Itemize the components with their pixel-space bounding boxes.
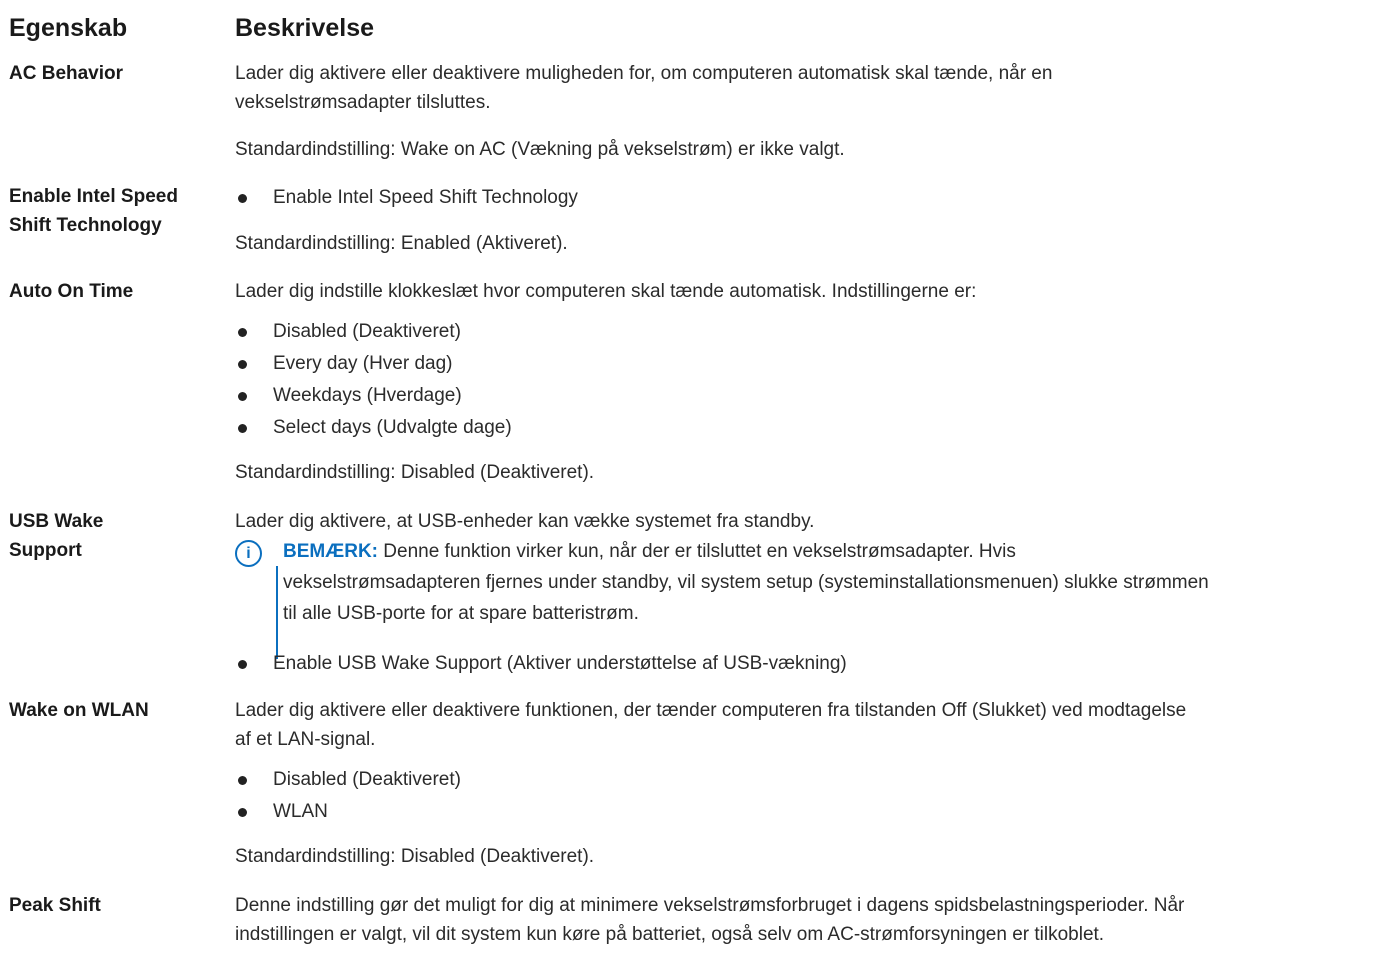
- description-usb-wake-support: Lader dig aktivere, at USB-enheder kan v…: [235, 507, 1393, 680]
- description-line: indstillingen er valgt, vil dit system k…: [235, 924, 1105, 945]
- list-item: Every day (Hver dag): [235, 348, 1393, 380]
- description-auto-on-time: Lader dig indstille klokkeslæt hvor comp…: [235, 277, 1393, 487]
- default-setting: Standardindstilling: Disabled (Deaktiver…: [235, 462, 595, 483]
- list-item-text: Select days (Udvalgte dage): [273, 417, 512, 438]
- description-line: Lader dig indstille klokkeslæt hvor comp…: [235, 281, 977, 302]
- list-item: Select days (Udvalgte dage): [235, 412, 1393, 444]
- bullet-icon: [238, 424, 247, 433]
- note-text: BEMÆRK: Denne funktion virker kun, når d…: [283, 536, 1393, 629]
- settings-table: Egenskab Beskrivelse AC Behavior Lader d…: [9, 0, 1393, 949]
- default-setting: Standardindstilling: Wake on AC (Vækning…: [235, 139, 845, 160]
- bullet-icon: [238, 194, 247, 203]
- property-line: Shift Technology: [9, 215, 162, 236]
- description-peak-shift: Denne indstilling gør det muligt for dig…: [235, 891, 1393, 949]
- bullet-icon: [238, 660, 247, 669]
- property-auto-on-time: Auto On Time: [9, 281, 134, 302]
- property-line: USB Wake: [9, 511, 104, 532]
- property-ac-behavior: AC Behavior: [9, 63, 124, 84]
- bullet-list: Disabled (Deaktiveret) Every day (Hver d…: [235, 316, 1393, 444]
- bullet-icon: [238, 808, 247, 817]
- description-intel-speed-shift: Enable Intel Speed Shift Technology Stan…: [235, 182, 1393, 258]
- bullet-list: Disabled (Deaktiveret) WLAN: [235, 764, 1393, 828]
- list-item-text: Disabled (Deaktiveret): [273, 321, 461, 342]
- list-item: WLAN: [235, 796, 1393, 828]
- property-wake-on-wlan: Wake on WLAN: [9, 700, 149, 721]
- list-item: Enable Intel Speed Shift Technology: [235, 182, 1393, 214]
- property-line: Support: [9, 540, 82, 561]
- note-line: vekselstrømsadapteren fjernes under stan…: [283, 572, 1209, 593]
- bullet-list: Enable USB Wake Support (Aktiver underst…: [235, 648, 1393, 680]
- list-item: Disabled (Deaktiveret): [235, 764, 1393, 796]
- default-setting: Standardindstilling: Disabled (Deaktiver…: [235, 846, 595, 867]
- property-peak-shift: Peak Shift: [9, 895, 101, 916]
- table-row: Enable Intel Speed Shift Technology Enab…: [9, 182, 1393, 258]
- list-item-text: Enable USB Wake Support (Aktiver underst…: [273, 653, 847, 674]
- list-item-text: Enable Intel Speed Shift Technology: [273, 187, 578, 208]
- table-row: Auto On Time Lader dig indstille klokkes…: [9, 277, 1393, 487]
- info-icon: i: [235, 540, 262, 567]
- note-accent-bar: [276, 566, 278, 659]
- table-header: Egenskab Beskrivelse: [9, 0, 1393, 56]
- header-property: Egenskab: [9, 13, 128, 42]
- header-description: Beskrivelse: [235, 13, 375, 42]
- note-line: til alle USB-porte for at spare batteris…: [283, 603, 639, 624]
- list-item: Disabled (Deaktiveret): [235, 316, 1393, 348]
- description-wake-on-wlan: Lader dig aktivere eller deaktivere funk…: [235, 696, 1393, 871]
- description-line: Lader dig aktivere, at USB-enheder kan v…: [235, 511, 815, 532]
- description-line: af et LAN-signal.: [235, 729, 376, 750]
- property-usb-wake-support: USB Wake Support: [9, 507, 235, 680]
- note-line: BEMÆRK: Denne funktion virker kun, når d…: [283, 536, 1393, 567]
- note-line-text: Denne funktion virker kun, når der er ti…: [378, 541, 1016, 562]
- list-item-text: WLAN: [273, 801, 328, 822]
- list-item-text: Disabled (Deaktiveret): [273, 769, 461, 790]
- description-line: Denne indstilling gør det muligt for dig…: [235, 895, 1185, 916]
- list-item: Weekdays (Hverdage): [235, 380, 1393, 412]
- table-row: USB Wake Support Lader dig aktivere, at …: [9, 507, 1393, 680]
- default-setting: Standardindstilling: Enabled (Aktiveret)…: [235, 233, 568, 254]
- bullet-list: Enable Intel Speed Shift Technology: [235, 182, 1393, 214]
- description-line: Lader dig aktivere eller deaktivere funk…: [235, 700, 1187, 721]
- list-item-text: Weekdays (Hverdage): [273, 385, 462, 406]
- property-line: Enable Intel Speed: [9, 186, 178, 207]
- property-intel-speed-shift: Enable Intel Speed Shift Technology: [9, 182, 235, 258]
- table-row: AC Behavior Lader dig aktivere eller dea…: [9, 59, 1393, 164]
- list-item-text: Every day (Hver dag): [273, 353, 453, 374]
- bullet-icon: [238, 392, 247, 401]
- bullet-icon: [238, 776, 247, 785]
- note-label: BEMÆRK:: [283, 541, 378, 562]
- note-box: i BEMÆRK: Denne funktion virker kun, når…: [235, 536, 1393, 659]
- bullet-icon: [238, 360, 247, 369]
- table-row: Peak Shift Denne indstilling gør det mul…: [9, 891, 1393, 949]
- description-line: Lader dig aktivere eller deaktivere muli…: [235, 63, 1053, 84]
- bullet-icon: [238, 328, 247, 337]
- list-item: Enable USB Wake Support (Aktiver underst…: [235, 648, 1393, 680]
- table-row: Wake on WLAN Lader dig aktivere eller de…: [9, 696, 1393, 871]
- description-line: vekselstrømsadapter tilsluttes.: [235, 92, 491, 113]
- description-ac-behavior: Lader dig aktivere eller deaktivere muli…: [235, 59, 1393, 164]
